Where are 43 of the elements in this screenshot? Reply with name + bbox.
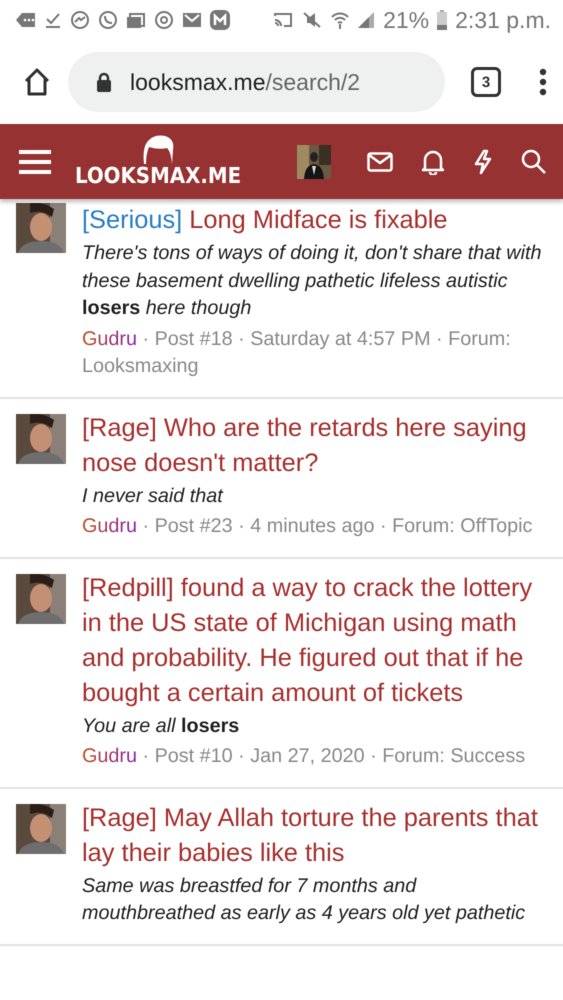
post-snippet: Same was breastfed for 7 months and mouthbreathed as early as 4 years old yet pathetic [82,874,526,926]
home-icon[interactable] [22,67,52,97]
cast-icon [273,12,294,28]
result-title-link[interactable]: [Rage] May Allah torture the parents that lay their babies like this [82,800,539,870]
post-meta: Gudru · Post #23 · 4 minutes ago · Forum: OffTopic [82,514,534,539]
app-icon [210,10,230,30]
wifi-icon [331,11,350,29]
user-avatar[interactable] [16,804,66,854]
signal-icon [357,11,376,29]
clock: 2:31 p.m. [455,6,551,34]
post-snippet: You are all losers [82,714,240,738]
sync-icon [154,10,174,30]
post-snippet: There's tons of ways of doing it, don't share that with these basement dwelling pathetic lifeless autistic losers here though [82,241,542,321]
user-avatar[interactable] [297,144,332,178]
phone-chat-icon [98,10,118,30]
download-done-icon [44,11,62,29]
post-snippet: I never said that [82,484,224,508]
message-icon [14,11,36,29]
address-bar[interactable]: looksmax.me/search/2 [68,52,445,112]
hair-icon [141,134,176,166]
mute-icon [301,11,324,29]
battery-percent: 21% [383,6,430,34]
tab-count-button[interactable]: 3 [471,67,501,97]
user-avatar[interactable] [16,203,66,253]
more-icon[interactable] [539,68,547,96]
photo-icon [126,11,146,29]
result-title-link[interactable]: [Serious] Long Midface is fixable [82,203,539,238]
menu-icon[interactable] [19,148,51,174]
battery-icon [437,10,448,30]
lock-icon [96,72,112,92]
messenger-icon [70,10,90,30]
result-title-link[interactable]: [Rage] Who are the retards here saying nose doesn't matter? [82,410,539,480]
search-icon[interactable] [521,148,548,174]
mail-icon[interactable] [367,152,394,172]
post-meta: Gudru · Post #10 · Jan 27, 2020 · Forum: Success [82,744,526,769]
post-meta: Gudru · Post #18 · Saturday at 4:57 PM · Forum: Looksmaxing [82,326,512,379]
bell-icon[interactable] [421,148,446,174]
user-avatar[interactable] [16,574,66,624]
mail-icon [182,12,202,28]
lightning-icon[interactable] [473,148,494,174]
result-title-link[interactable]: [Redpill] found a way to crack the lottery in the US state of Michigan using math and probability. He figured out that if he bought a certain amount of tickets [82,570,539,710]
user-avatar[interactable] [16,414,66,464]
url-text: looksmax.me/search/2 [130,68,360,96]
